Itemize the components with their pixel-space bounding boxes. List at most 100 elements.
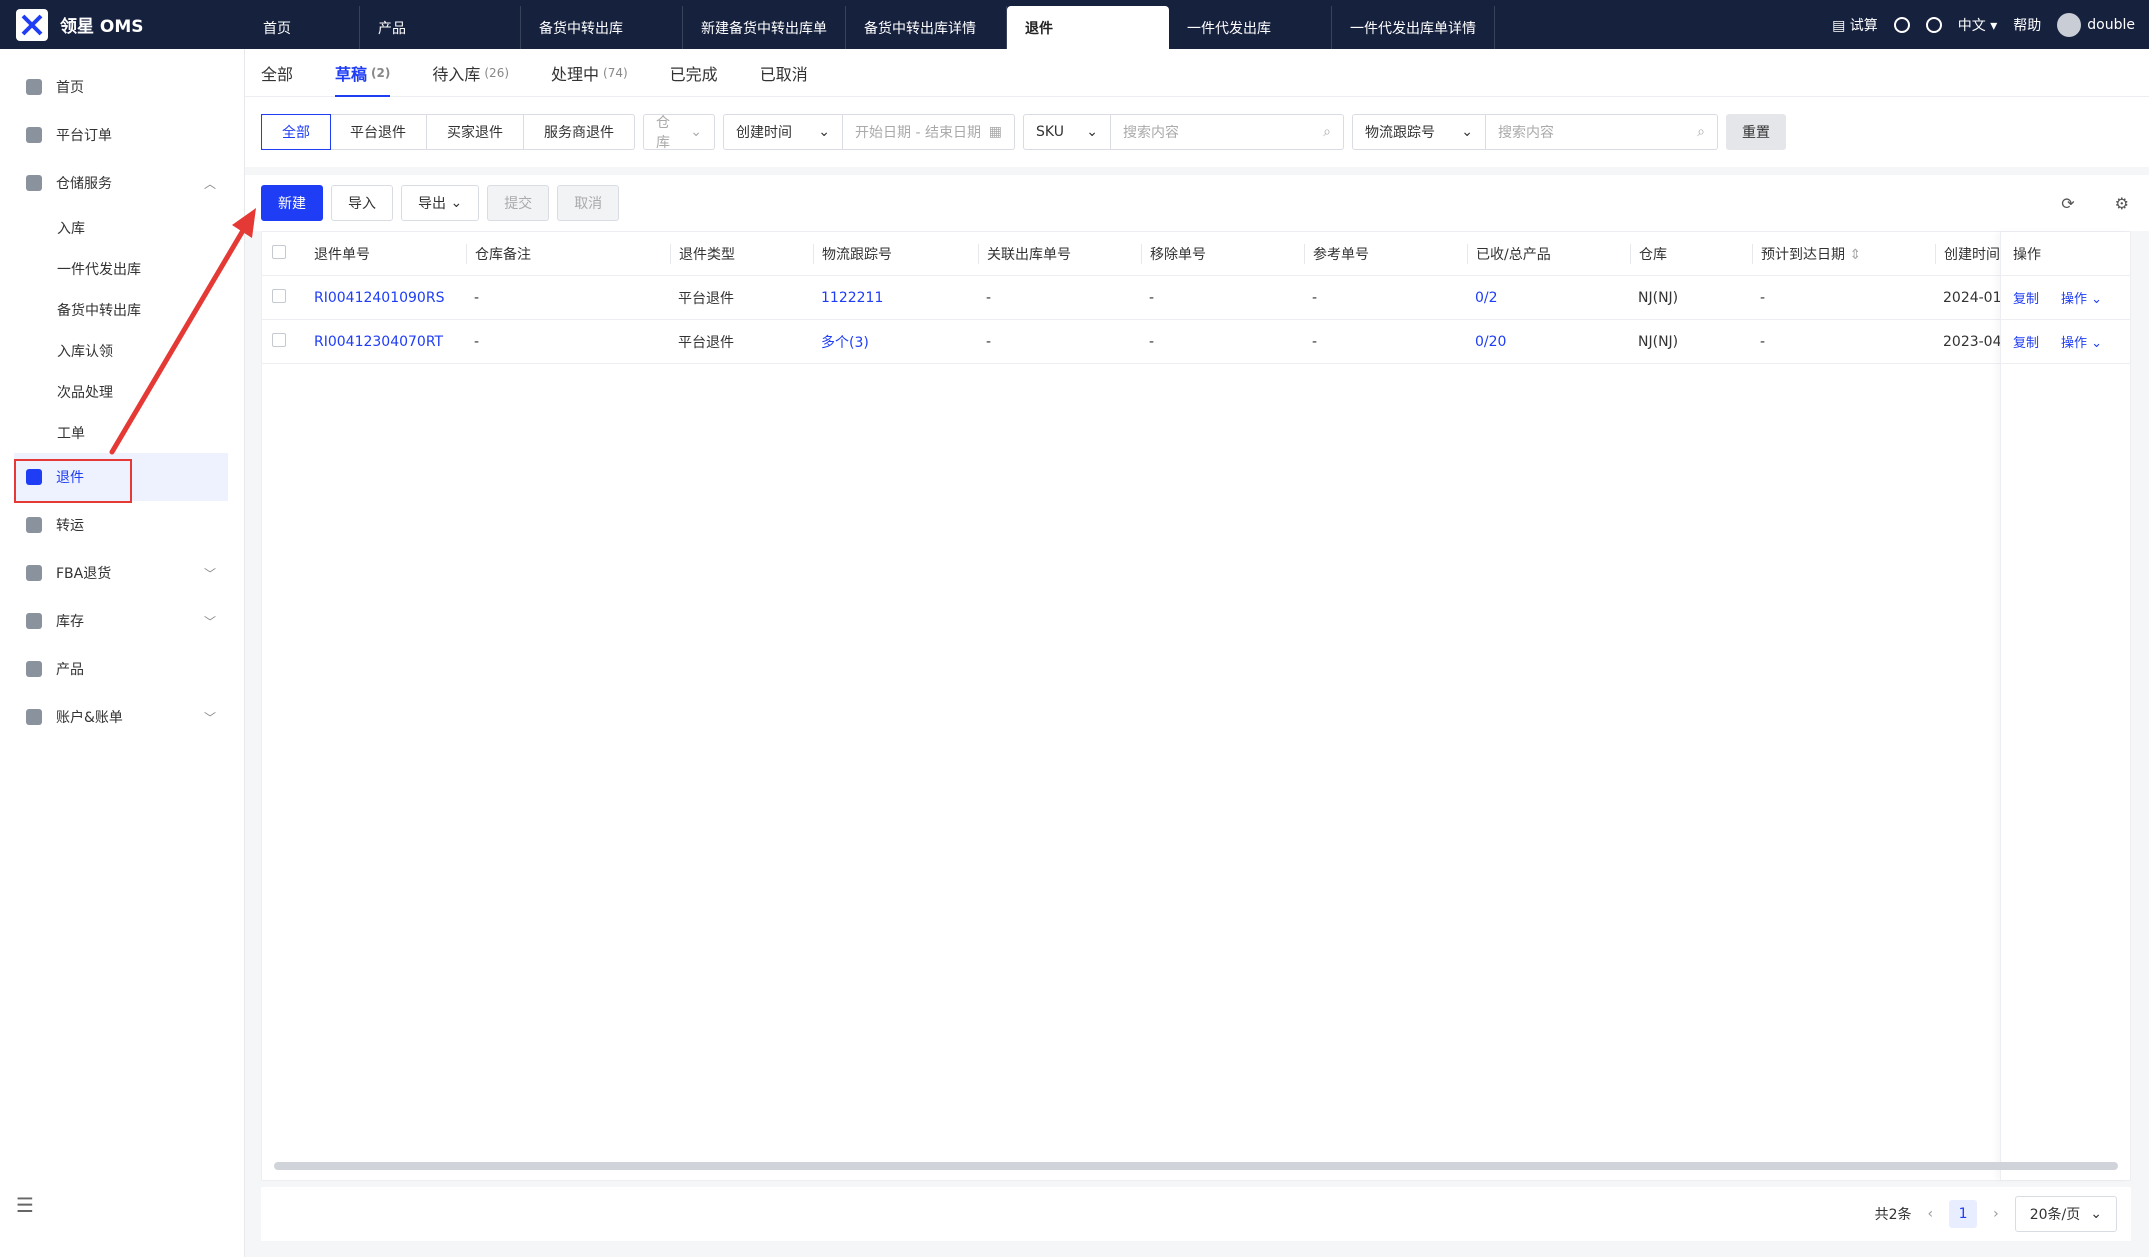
sidebar-item-stock-transfer-out[interactable]: 备货中转出库 [0, 289, 244, 330]
action-toolbar: 新建 导入 导出 ⌄ 提交 取消 ⟳ ⚙ [245, 175, 2149, 231]
export-button[interactable]: 导出 ⌄ [401, 185, 480, 221]
page-size-select[interactable]: 20条/页 ⌄ [2014, 1196, 2117, 1232]
filter-platform[interactable]: 平台退件 [330, 115, 427, 149]
tab-completed[interactable]: 已完成 [670, 49, 718, 97]
tracking-link[interactable]: 1122211 [813, 290, 978, 306]
time-field-select[interactable]: 创建时间 ⌄ [723, 114, 843, 150]
top-right-tools: ▤ 试算 中文 ▾ 帮助 double [1832, 0, 2135, 49]
tab-stock-transfer-out[interactable]: 备货中转出库 [521, 6, 683, 49]
copy-link[interactable]: 复制 [2013, 288, 2039, 307]
return-no-link[interactable]: RI00412401090RS [306, 290, 466, 306]
date-filter: 创建时间 ⌄ 开始日期 - 结束日期 ▦ [723, 114, 1015, 150]
tracking-search-input[interactable]: 搜索内容 ⌕ [1486, 114, 1718, 150]
tab-returns[interactable]: 退件 [1007, 6, 1169, 49]
eta: - [1760, 289, 1766, 306]
sidebar-item-inbound[interactable]: 入库 [0, 207, 244, 248]
tab-pending-inbound[interactable]: 待入库 (26) [432, 49, 509, 97]
sidebar-item-defective[interactable]: 次品处理 [0, 371, 244, 412]
status-tabs: 全部 草稿 (2) 待入库 (26) 处理中 (74) 已完成 已取消 [245, 49, 2149, 97]
shield-icon [26, 709, 42, 725]
new-button[interactable]: 新建 [261, 185, 323, 221]
tab-cancelled[interactable]: 已取消 [760, 49, 808, 97]
sidebar-item-product[interactable]: 产品 [0, 645, 244, 693]
row-operations: 复制 操作 ⌄ [2001, 320, 2130, 364]
reference-no: - [1312, 333, 1318, 350]
col-removal-no: 移除单号 [1141, 243, 1304, 264]
home-icon [26, 79, 42, 95]
removal-no: - [1149, 333, 1155, 350]
created-at: 2024-01-0 [1943, 289, 2005, 306]
refresh-icon[interactable]: ⟳ [2061, 194, 2074, 213]
received-total-link[interactable]: 0/2 [1467, 290, 1630, 306]
col-warehouse-note: 仓库备注 [466, 243, 670, 264]
filter-provider[interactable]: 服务商退件 [524, 115, 634, 149]
row-operations: 复制 操作 ⌄ [2001, 276, 2130, 320]
filter-buyer[interactable]: 买家退件 [427, 115, 524, 149]
sidebar-item-account-billing[interactable]: 账户&账单 ﹀ [0, 693, 244, 741]
copy-link[interactable]: 复制 [2013, 332, 2039, 351]
download-icon[interactable] [1893, 16, 1910, 33]
language-select[interactable]: 中文 ▾ [1958, 15, 1997, 35]
warehouse-select[interactable]: 仓库 ⌄ [643, 114, 715, 151]
page-number[interactable]: 1 [1949, 1200, 1978, 1228]
app-logo[interactable]: 领星 OMS [0, 0, 245, 49]
sidebar-item-home[interactable]: 首页 [0, 63, 244, 111]
operations-dropdown[interactable]: 操作 ⌄ [2061, 288, 2102, 307]
user-menu[interactable]: double [2057, 12, 2135, 37]
calc-button[interactable]: ▤ 试算 [1832, 15, 1878, 35]
annotation-highlight-box [14, 459, 132, 503]
import-button[interactable]: 导入 [331, 185, 393, 221]
collapse-menu-icon[interactable]: ☰ [16, 1193, 34, 1217]
col-related-outbound: 关联出库单号 [978, 243, 1141, 264]
tab-processing[interactable]: 处理中 (74) [551, 49, 628, 97]
sidebar-item-inventory[interactable]: 库存 ﹀ [0, 597, 244, 645]
cancel-button[interactable]: 取消 [557, 185, 620, 221]
tab-stock-transfer-out-detail[interactable]: 备货中转出库详情 [846, 6, 1007, 49]
tracking-field-select[interactable]: 物流跟踪号 ⌄ [1352, 114, 1486, 150]
select-all-checkbox[interactable] [272, 244, 286, 259]
filter-all[interactable]: 全部 [261, 114, 331, 150]
sidebar-item-fba-returns[interactable]: FBA退货 ﹀ [0, 549, 244, 597]
sort-icon: ⇕ [1849, 246, 1862, 263]
chevron-down-icon: ⌄ [2091, 292, 2103, 307]
row-checkbox[interactable] [272, 288, 286, 303]
operations-column: 操作 复制 操作 ⌄ 复制 操作 ⌄ [2000, 232, 2130, 1180]
sidebar-item-platform-orders[interactable]: 平台订单 [0, 111, 244, 159]
tab-dropship-out-detail[interactable]: 一件代发出库单详情 [1332, 6, 1495, 49]
date-range-input[interactable]: 开始日期 - 结束日期 ▦ [843, 114, 1015, 150]
sku-field-select[interactable]: SKU ⌄ [1023, 114, 1111, 150]
tab-product[interactable]: 产品 [360, 6, 521, 49]
help-link[interactable]: 帮助 [2013, 15, 2041, 35]
operations-dropdown[interactable]: 操作 ⌄ [2061, 332, 2102, 351]
related-outbound: - [986, 289, 992, 306]
table-row: RI00412304070RT - 平台退件 多个(3) - - - 0/20 … [262, 320, 2130, 364]
logo-icon [16, 8, 48, 41]
submit-button[interactable]: 提交 [487, 185, 550, 221]
horizontal-scrollbar[interactable] [274, 1162, 2118, 1170]
tab-dropship-out[interactable]: 一件代发出库 [1169, 6, 1332, 49]
return-no-link[interactable]: RI00412304070RT [306, 334, 466, 350]
sku-search-input[interactable]: 搜索内容 ⌕ [1111, 114, 1344, 150]
prev-page-icon[interactable]: ‹ [1928, 1206, 1934, 1222]
top-bar: 领星 OMS 首页 产品 备货中转出库 新建备货中转出库单 备货中转出库详情 退… [0, 0, 2149, 49]
col-return-type: 退件类型 [670, 243, 813, 264]
col-tracking-no: 物流跟踪号 [813, 243, 978, 264]
sidebar-item-transfer[interactable]: 转运 [0, 501, 244, 549]
settings-icon[interactable] [1925, 16, 1942, 33]
tracking-link[interactable]: 多个(3) [813, 332, 978, 352]
sidebar-item-dropship-out[interactable]: 一件代发出库 [0, 248, 244, 289]
col-eta[interactable]: 预计到达日期 ⇕ [1752, 243, 1935, 264]
tab-draft[interactable]: 草稿 (2) [335, 49, 391, 97]
row-checkbox[interactable] [272, 332, 286, 347]
tab-home[interactable]: 首页 [245, 6, 360, 49]
next-page-icon[interactable]: › [1993, 1206, 1999, 1222]
reset-button[interactable]: 重置 [1726, 114, 1786, 150]
sidebar-item-inbound-claim[interactable]: 入库认领 [0, 330, 244, 371]
tab-all[interactable]: 全部 [261, 49, 293, 97]
received-total-link[interactable]: 0/20 [1467, 334, 1630, 350]
col-reference-no: 参考单号 [1304, 243, 1467, 264]
column-settings-icon[interactable]: ⚙ [2115, 194, 2129, 213]
sidebar-item-warehouse-service[interactable]: 仓储服务 ︿ [0, 159, 244, 207]
tab-new-stock-transfer-out[interactable]: 新建备货中转出库单 [683, 6, 846, 49]
sidebar-item-workorder[interactable]: 工单 [0, 412, 244, 453]
